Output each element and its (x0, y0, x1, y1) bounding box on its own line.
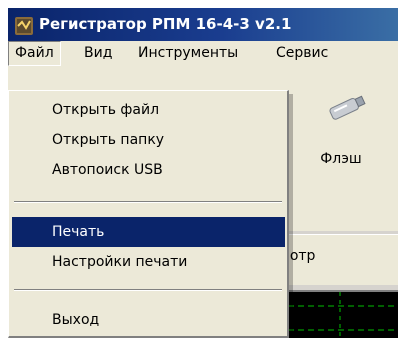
flash-label: Флэш (320, 151, 362, 167)
app-icon (14, 15, 34, 35)
menu-item-open-file[interactable]: Открыть файл (12, 95, 285, 125)
file-menu-dropdown: Открыть файл Открыть папку Автопоиск USB… (8, 90, 289, 338)
title-bar[interactable]: Регистратор РПМ 16-4-3 v2.1 (8, 8, 398, 41)
menu-separator (14, 201, 282, 203)
menu-service[interactable]: Сервис (270, 41, 334, 66)
menu-view[interactable]: Вид (78, 41, 118, 66)
menu-tools[interactable]: Инструменты (132, 41, 244, 66)
menu-item-exit[interactable]: Выход (12, 305, 285, 335)
menu-bar: Файл Вид Инструменты Сервис (8, 41, 398, 66)
menu-item-open-folder[interactable]: Открыть папку (12, 125, 285, 155)
window-title: Регистратор РПМ 16-4-3 v2.1 (39, 15, 292, 33)
flash-button[interactable] (308, 78, 374, 158)
dropdown-shadow (289, 94, 293, 338)
menu-item-usb-autosearch[interactable]: Автопоиск USB (12, 155, 285, 185)
menu-item-print-settings[interactable]: Настройки печати (12, 247, 285, 277)
usb-flash-drive-icon (324, 86, 368, 130)
menu-file[interactable]: Файл (8, 41, 61, 66)
menu-item-print[interactable]: Печать (12, 217, 285, 247)
menu-separator (14, 289, 282, 291)
